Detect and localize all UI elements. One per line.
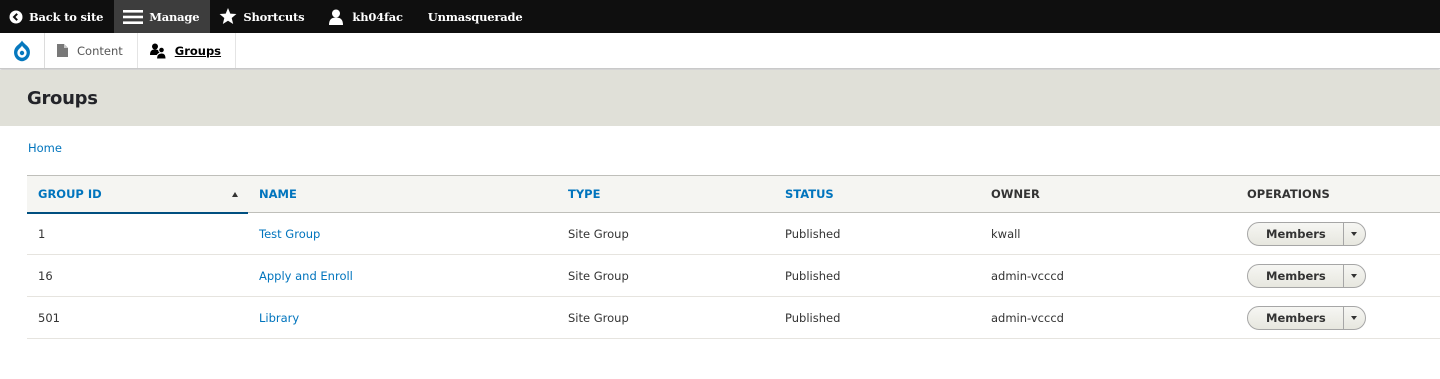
manage-label: Manage <box>149 9 200 24</box>
tray-item-content[interactable]: Content <box>45 33 138 68</box>
operations-dropbutton: Members <box>1247 263 1366 288</box>
toolbar-tray: Content Groups <box>0 33 1440 69</box>
chevron-left-circle-icon <box>9 10 23 24</box>
cell-name: Apply and Enroll <box>248 254 557 297</box>
group-name-link[interactable]: Test Group <box>259 227 320 241</box>
cell-status: Published <box>774 212 980 255</box>
cell-type: Site Group <box>557 296 774 339</box>
table-row: 501 Library Site Group Published admin-v… <box>27 296 1440 339</box>
cell-owner: admin-vcccd <box>980 254 1236 297</box>
column-header-operations: OPERATIONS <box>1236 175 1440 213</box>
cell-type: Site Group <box>557 212 774 255</box>
cell-operations: Members <box>1236 254 1440 297</box>
shortcuts-tab[interactable]: Shortcuts <box>210 0 315 33</box>
caret-down-icon <box>1351 273 1358 278</box>
page-icon <box>57 44 68 57</box>
table-row: 1 Test Group Site Group Published kwall … <box>27 212 1440 255</box>
user-tab[interactable]: kh04fac <box>315 0 413 33</box>
group-name-link[interactable]: Library <box>259 311 299 325</box>
operations-dropbutton: Members <box>1247 221 1366 246</box>
page-title: Groups <box>27 87 98 109</box>
column-header-group-id[interactable]: GROUP ID <box>27 175 248 214</box>
groups-table-container: GROUP ID NAME TYPE STATUS OWNER OPERATIO… <box>27 175 1440 339</box>
cell-status: Published <box>774 254 980 297</box>
members-button[interactable]: Members <box>1248 265 1343 287</box>
caret-down-icon <box>1351 231 1358 236</box>
cell-operations: Members <box>1236 296 1440 339</box>
cell-name: Test Group <box>248 212 557 255</box>
groups-icon <box>149 43 166 59</box>
group-name-link[interactable]: Apply and Enroll <box>259 269 353 283</box>
back-to-site-link[interactable]: Back to site <box>0 0 114 33</box>
sort-ascending-icon <box>232 192 238 197</box>
breadcrumb-home-link[interactable]: Home <box>28 141 62 155</box>
operations-toggle-button[interactable] <box>1342 306 1365 329</box>
operations-toggle-button[interactable] <box>1342 222 1365 245</box>
cell-name: Library <box>248 296 557 339</box>
unmasquerade-link[interactable]: Unmasquerade <box>414 0 534 33</box>
table-row: 16 Apply and Enroll Site Group Published… <box>27 254 1440 297</box>
user-label: kh04fac <box>352 9 403 24</box>
back-to-site-label: Back to site <box>29 9 104 24</box>
cell-owner: kwall <box>980 212 1236 255</box>
star-icon <box>219 8 237 25</box>
drupal-logo-icon[interactable] <box>0 33 45 68</box>
user-icon <box>329 9 344 25</box>
column-header-name[interactable]: NAME <box>248 175 557 213</box>
cell-group-id: 1 <box>27 212 248 255</box>
members-button[interactable]: Members <box>1248 307 1343 329</box>
admin-toolbar: Back to site Manage Shortcuts kh04fac Un… <box>0 0 1440 33</box>
column-header-group-id-label: GROUP ID <box>38 186 102 201</box>
operations-dropbutton: Members <box>1247 305 1366 330</box>
caret-down-icon <box>1351 315 1358 320</box>
table-header-row: GROUP ID NAME TYPE STATUS OWNER OPERATIO… <box>27 175 1440 214</box>
tray-item-content-label: Content <box>77 43 123 58</box>
column-header-owner: OWNER <box>980 175 1236 213</box>
cell-group-id: 501 <box>27 296 248 339</box>
hamburger-menu-icon <box>123 9 144 25</box>
cell-type: Site Group <box>557 254 774 297</box>
cell-operations: Members <box>1236 212 1440 255</box>
column-header-type[interactable]: TYPE <box>557 175 774 213</box>
members-button[interactable]: Members <box>1248 223 1343 245</box>
tray-item-groups[interactable]: Groups <box>138 33 237 68</box>
column-header-status[interactable]: STATUS <box>774 175 980 213</box>
manage-tab[interactable]: Manage <box>114 0 211 33</box>
cell-status: Published <box>774 296 980 339</box>
operations-toggle-button[interactable] <box>1342 264 1365 287</box>
shortcuts-label: Shortcuts <box>243 9 305 24</box>
cell-owner: admin-vcccd <box>980 296 1236 339</box>
unmasquerade-label: Unmasquerade <box>427 9 523 24</box>
cell-group-id: 16 <box>27 254 248 297</box>
tray-item-groups-label: Groups <box>174 43 222 58</box>
page-header: Groups <box>0 70 1440 126</box>
groups-table: GROUP ID NAME TYPE STATUS OWNER OPERATIO… <box>27 175 1440 339</box>
